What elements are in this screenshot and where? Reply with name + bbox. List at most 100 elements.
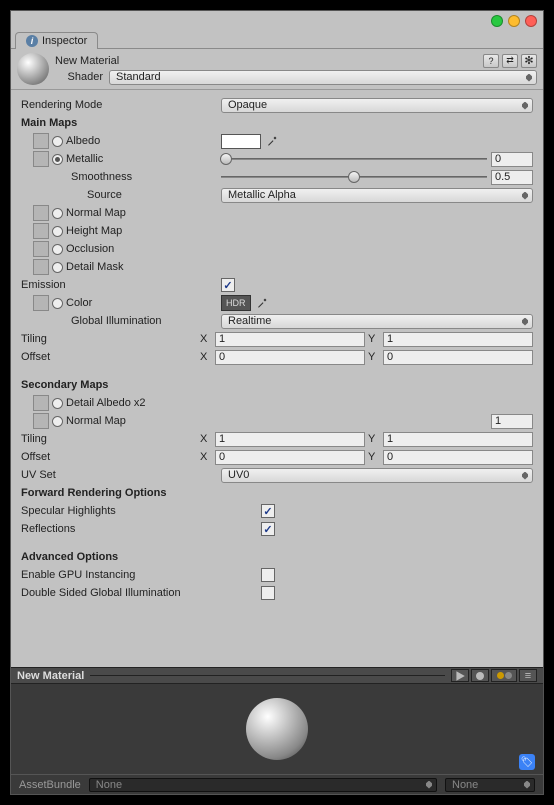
rendering-mode-dropdown[interactable]: Opaque <box>221 98 533 113</box>
offset-x-field[interactable] <box>215 350 365 365</box>
metallic-label: Metallic <box>66 153 103 165</box>
detailmask-texture-slot[interactable] <box>33 259 49 275</box>
height-label: Height Map <box>66 225 122 237</box>
offset-label: Offset <box>21 351 200 363</box>
secondary-tiling-x-field[interactable] <box>215 432 365 447</box>
assetbundle-bar: AssetBundle None None <box>11 774 543 794</box>
uvset-dropdown[interactable]: UV0 <box>221 468 533 483</box>
preview-panel: New Material ≡ 🏷 AssetBundle None None <box>11 667 543 794</box>
inspector-body: Rendering Mode Opaque Main Maps Albedo <box>11 90 543 667</box>
source-label: Source <box>21 189 221 201</box>
eyedropper-icon[interactable] <box>255 296 269 310</box>
preview-menu-button[interactable]: ≡ <box>519 669 537 682</box>
specular-label: Specular Highlights <box>21 505 261 517</box>
gpu-instancing-label: Enable GPU Instancing <box>21 569 261 581</box>
gpu-instancing-checkbox[interactable] <box>261 568 275 582</box>
double-sided-gi-checkbox[interactable] <box>261 586 275 600</box>
tag-icon[interactable]: 🏷 <box>519 754 535 770</box>
window-minimize-icon[interactable] <box>491 15 503 27</box>
eyedropper-icon[interactable] <box>265 134 279 148</box>
tiling-x-field[interactable] <box>215 332 365 347</box>
occlusion-label: Occlusion <box>66 243 114 255</box>
smoothness-slider[interactable] <box>221 170 487 184</box>
metallic-slider[interactable] <box>221 152 487 166</box>
preview-play-button[interactable] <box>451 669 469 682</box>
forward-heading: Forward Rendering Options <box>21 487 221 499</box>
emission-color-texture-slot[interactable] <box>33 295 49 311</box>
tiling-label: Tiling <box>21 333 200 345</box>
metallic-value-field[interactable] <box>491 152 533 167</box>
main-maps-heading: Main Maps <box>21 117 221 129</box>
source-dropdown[interactable]: Metallic Alpha <box>221 188 533 203</box>
tab-inspector[interactable]: i Inspector <box>15 32 98 49</box>
detailmask-radio[interactable] <box>52 262 63 273</box>
secondary-normal-radio[interactable] <box>52 416 63 427</box>
hdr-badge[interactable]: HDR <box>221 295 251 311</box>
smoothness-value-field[interactable] <box>491 170 533 185</box>
secondary-normal-texture-slot[interactable] <box>33 413 49 429</box>
secondary-offset-x-field[interactable] <box>215 450 365 465</box>
secondary-tiling-label: Tiling <box>21 433 200 445</box>
preset-button[interactable]: ⇄ <box>502 54 518 68</box>
assetbundle-variant-dropdown[interactable]: None <box>445 778 535 792</box>
preview-title: New Material <box>17 670 84 682</box>
metallic-radio[interactable] <box>52 154 63 165</box>
offset-y-field[interactable] <box>383 350 533 365</box>
material-name: New Material <box>55 55 477 67</box>
preview-sphere-button[interactable] <box>471 669 489 682</box>
emission-checkbox[interactable]: ✓ <box>221 278 235 292</box>
inspector-window: i Inspector New Material ? ⇄ ✻ Shader St… <box>10 10 544 795</box>
material-header: New Material ? ⇄ ✻ Shader Standard <box>11 49 543 90</box>
secondary-offset-label: Offset <box>21 451 200 463</box>
tab-label: Inspector <box>42 35 87 47</box>
assetbundle-name-dropdown[interactable]: None <box>89 778 437 792</box>
gi-dropdown[interactable]: Realtime <box>221 314 533 329</box>
albedo-radio[interactable] <box>52 136 63 147</box>
normal-radio[interactable] <box>52 208 63 219</box>
smoothness-label: Smoothness <box>21 171 221 183</box>
shader-dropdown[interactable]: Standard <box>109 70 537 85</box>
normal-label: Normal Map <box>66 207 126 219</box>
secondary-tiling-y-field[interactable] <box>383 432 533 447</box>
metallic-texture-slot[interactable] <box>33 151 49 167</box>
window-close-icon[interactable] <box>525 15 537 27</box>
normal-texture-slot[interactable] <box>33 205 49 221</box>
preview-light-button[interactable] <box>491 669 517 682</box>
double-sided-gi-label: Double Sided Global Illumination <box>21 587 261 599</box>
albedo-texture-slot[interactable] <box>33 133 49 149</box>
reflections-checkbox[interactable]: ✓ <box>261 522 275 536</box>
window-titlebar <box>11 11 543 31</box>
secondary-normal-value-field[interactable] <box>491 414 533 429</box>
assetbundle-label: AssetBundle <box>19 779 81 791</box>
emission-color-radio[interactable] <box>52 298 63 309</box>
preview-divider <box>90 675 445 676</box>
help-button[interactable]: ? <box>483 54 499 68</box>
height-radio[interactable] <box>52 226 63 237</box>
preview-sphere-icon[interactable] <box>246 698 308 760</box>
shader-label: Shader <box>55 71 103 83</box>
gi-label: Global Illumination <box>21 315 221 327</box>
window-zoom-icon[interactable] <box>508 15 520 27</box>
detail-albedo-texture-slot[interactable] <box>33 395 49 411</box>
secondary-offset-y-field[interactable] <box>383 450 533 465</box>
occlusion-radio[interactable] <box>52 244 63 255</box>
secondary-maps-heading: Secondary Maps <box>21 379 221 391</box>
settings-button[interactable]: ✻ <box>521 54 537 68</box>
advanced-heading: Advanced Options <box>21 551 221 563</box>
occlusion-texture-slot[interactable] <box>33 241 49 257</box>
albedo-color-swatch[interactable] <box>221 134 261 149</box>
detailmask-label: Detail Mask <box>66 261 123 273</box>
detail-albedo-radio[interactable] <box>52 398 63 409</box>
rendering-mode-label: Rendering Mode <box>21 99 221 111</box>
tiling-y-field[interactable] <box>383 332 533 347</box>
reflections-label: Reflections <box>21 523 261 535</box>
specular-checkbox[interactable]: ✓ <box>261 504 275 518</box>
detail-albedo-label: Detail Albedo x2 <box>66 397 146 409</box>
albedo-label: Albedo <box>66 135 100 147</box>
info-icon: i <box>26 35 38 47</box>
tab-bar: i Inspector <box>11 31 543 49</box>
emission-label: Emission <box>21 279 221 291</box>
material-preview-icon <box>17 53 49 85</box>
height-texture-slot[interactable] <box>33 223 49 239</box>
uvset-label: UV Set <box>21 469 221 481</box>
